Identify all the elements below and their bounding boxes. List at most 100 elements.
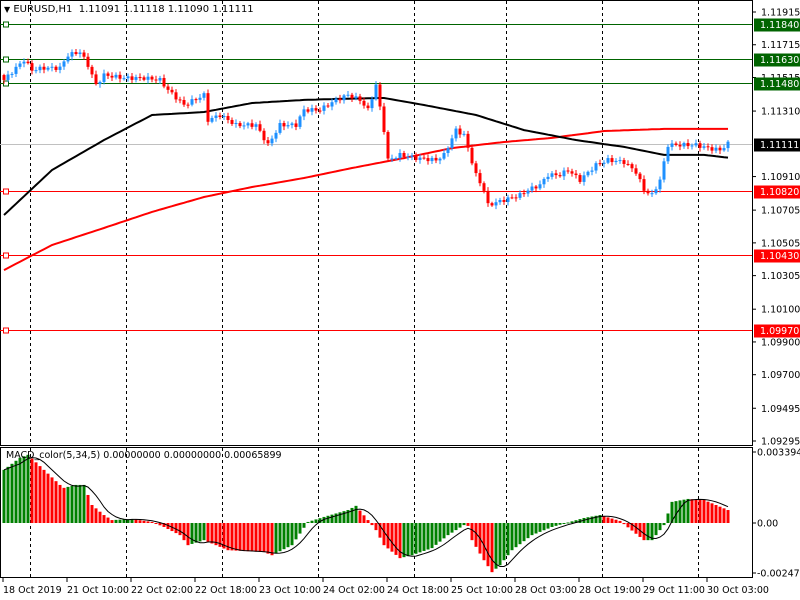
candle-body — [230, 119, 234, 124]
price-tick-label: 1.11715 — [761, 40, 800, 51]
candle-body — [466, 133, 470, 148]
collapse-arrow-icon[interactable]: ▼ — [4, 5, 10, 14]
candle-body — [274, 132, 278, 139]
macd-bar — [658, 523, 662, 531]
macd-bar — [182, 523, 186, 541]
candle-body — [46, 67, 50, 70]
candle-body — [114, 74, 118, 78]
candle-body — [418, 157, 422, 160]
candle-body — [78, 52, 82, 55]
macd-bar — [146, 521, 150, 523]
candle-body — [250, 123, 254, 127]
macd-bar — [178, 523, 182, 536]
macd-bar — [614, 519, 618, 523]
candle-body — [38, 66, 42, 71]
macd-bar — [450, 523, 454, 533]
candle-body — [662, 161, 666, 180]
macd-bar — [406, 523, 410, 557]
time-label: 23 Oct 10:00 — [259, 585, 321, 596]
chart-canvas[interactable]: 1.119151.117151.115151.113101.109101.107… — [0, 0, 800, 600]
candle-body — [726, 141, 730, 149]
price-tick-label: 1.11915 — [761, 8, 800, 19]
candle-body — [714, 147, 718, 151]
candles — [2, 48, 730, 210]
macd-bar — [30, 458, 34, 523]
macd-bar — [486, 523, 490, 567]
candle-body — [10, 73, 14, 75]
macd-bar — [390, 523, 394, 552]
price-tick-label: 1.09295 — [761, 437, 800, 448]
macd-bar — [654, 523, 658, 536]
macd-bar — [90, 505, 94, 523]
level-anchor-handle[interactable] — [3, 252, 9, 259]
macd-bar — [238, 523, 242, 551]
candle-body — [282, 123, 286, 127]
candle-body — [318, 110, 322, 112]
candle-body — [382, 106, 386, 132]
candle-body — [150, 76, 154, 80]
candle-body — [462, 133, 466, 135]
macd-bar — [530, 523, 534, 536]
macd-bar — [142, 520, 146, 523]
macd-bar — [98, 511, 102, 523]
level-anchor-handle[interactable] — [3, 188, 9, 195]
candle-body — [138, 77, 142, 79]
macd-bar — [546, 523, 550, 529]
level-anchor-handle[interactable] — [3, 327, 9, 334]
macd-bar — [710, 503, 714, 523]
candle-body — [134, 77, 138, 80]
candle-body — [514, 197, 518, 199]
macd-bar — [442, 523, 446, 539]
candle-body — [606, 158, 610, 163]
macd-bar — [690, 499, 694, 523]
macd-bar — [266, 523, 270, 554]
macd-bar — [662, 523, 666, 526]
macd-bar — [18, 457, 22, 523]
macd-bar — [622, 523, 626, 525]
moving-average-fast — [3, 97, 729, 216]
candle-body — [158, 78, 162, 81]
level-anchor-handle[interactable] — [3, 21, 9, 28]
macd-bar — [586, 517, 590, 523]
candle-body — [538, 184, 542, 189]
macd-bar — [62, 487, 66, 523]
candle-body — [6, 74, 10, 80]
macd-bar — [114, 519, 118, 523]
macd-bar — [230, 523, 234, 551]
candle-body — [582, 175, 586, 182]
macd-bar — [186, 523, 190, 546]
macd-bar — [246, 523, 250, 552]
candle-body — [490, 203, 494, 206]
macd-bar — [326, 515, 330, 523]
level-anchor-handle[interactable] — [3, 56, 9, 63]
macd-bar — [706, 501, 710, 523]
macd-bar — [570, 521, 574, 523]
macd-bar — [454, 523, 458, 531]
macd-bar — [118, 519, 122, 523]
macd-bar — [66, 486, 70, 523]
price-tick-label: 1.10505 — [761, 238, 800, 249]
candle-body — [222, 116, 226, 118]
candle-body — [94, 74, 98, 85]
current-price-label: 1.11111 — [760, 140, 799, 151]
candle-body — [638, 173, 642, 180]
candle-body — [594, 163, 598, 171]
candle-body — [326, 105, 330, 107]
candle-body — [686, 143, 690, 147]
macd-bar — [666, 513, 670, 523]
macd-bar — [34, 462, 38, 523]
macd-bar — [446, 523, 450, 536]
macd-bar — [370, 523, 374, 526]
candle-body — [670, 143, 674, 147]
candle-body — [610, 158, 614, 163]
candle-body — [254, 124, 258, 127]
macd-bar — [498, 523, 502, 566]
candle-body — [394, 158, 398, 160]
macd-bar — [42, 469, 46, 523]
chart-header: ▼ EURUSD,H1 1.11091 1.11118 1.11090 1.11… — [4, 4, 254, 15]
macd-bar — [310, 520, 314, 523]
candle-body — [2, 75, 6, 80]
macd-bar — [554, 523, 558, 526]
macd-bar — [242, 523, 246, 552]
time-label: 22 Oct 18:00 — [195, 585, 257, 596]
